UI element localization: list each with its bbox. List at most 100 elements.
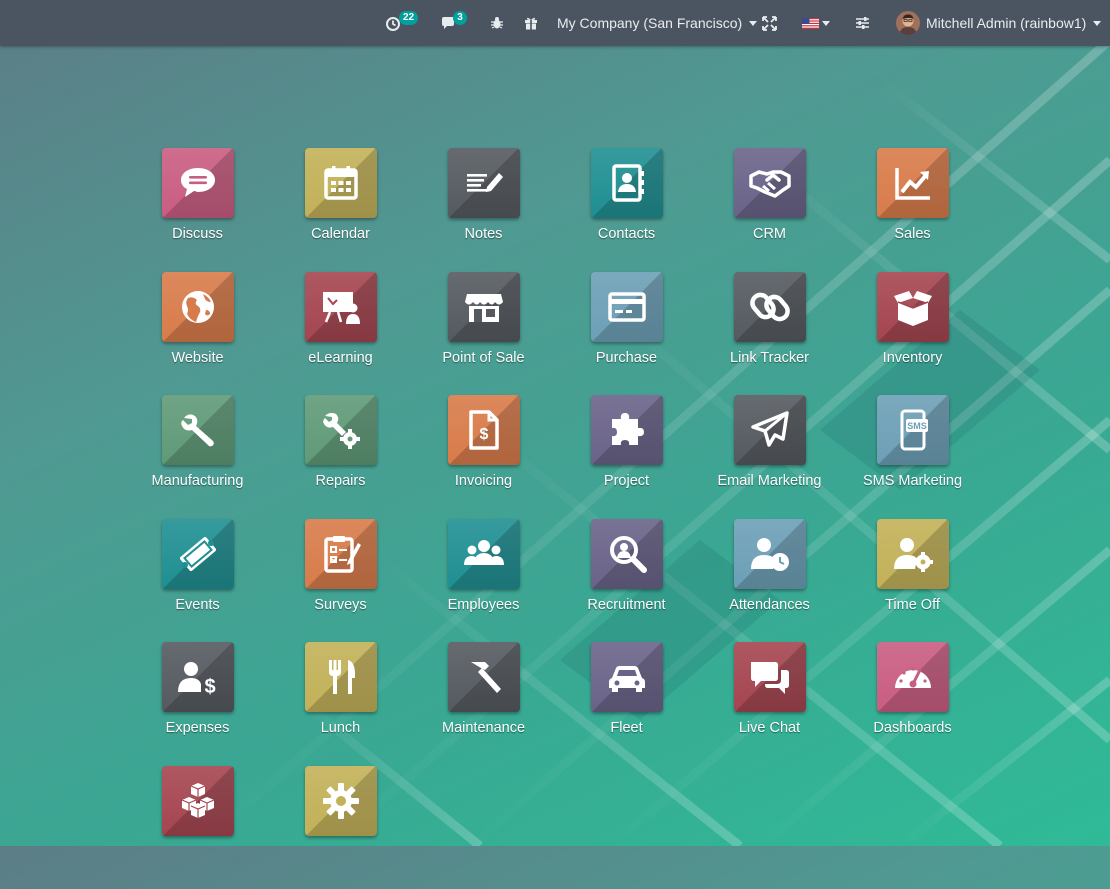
app-tile[interactable] <box>734 519 806 589</box>
app-tile[interactable]: $ <box>162 642 234 712</box>
app-discuss[interactable]: Discuss <box>126 148 269 272</box>
clipboard-icon <box>318 531 364 577</box>
app-events[interactable]: Events <box>126 519 269 643</box>
globe-icon <box>175 284 221 330</box>
app-recruitment[interactable]: Recruitment <box>555 519 698 643</box>
app-tile[interactable] <box>305 148 377 218</box>
settings-shortcut-button[interactable] <box>855 0 870 46</box>
app-label: Dashboards <box>873 720 951 736</box>
app-tile[interactable] <box>734 272 806 342</box>
app-fleet[interactable]: Fleet <box>555 642 698 766</box>
app-point-of-sale[interactable]: Point of Sale <box>412 272 555 396</box>
app-sales[interactable]: Sales <box>841 148 984 272</box>
user-gear-icon <box>890 531 936 577</box>
user-clock-icon <box>747 531 793 577</box>
app-dashboards[interactable]: Dashboards <box>841 642 984 766</box>
app-crm[interactable]: CRM <box>698 148 841 272</box>
app-tile[interactable] <box>734 642 806 712</box>
app-elearning[interactable]: eLearning <box>269 272 412 396</box>
app-tile[interactable] <box>591 148 663 218</box>
app-label: Expenses <box>166 720 230 736</box>
app-label: CRM <box>753 226 786 242</box>
app-attendances[interactable]: Attendances <box>698 519 841 643</box>
app-tile[interactable] <box>305 766 377 836</box>
app-tile[interactable] <box>162 519 234 589</box>
app-tile[interactable] <box>305 272 377 342</box>
app-surveys[interactable]: Surveys <box>269 519 412 643</box>
app-tile[interactable] <box>305 642 377 712</box>
app-inventory[interactable]: Inventory <box>841 272 984 396</box>
app-tile[interactable] <box>591 272 663 342</box>
app-email-marketing[interactable]: Email Marketing <box>698 395 841 519</box>
user-menu[interactable]: Mitchell Admin (rainbow1) <box>896 0 1101 46</box>
app-live-chat[interactable]: Live Chat <box>698 642 841 766</box>
fullscreen-button[interactable] <box>762 0 777 46</box>
app-tile[interactable] <box>591 642 663 712</box>
app-contacts[interactable]: Contacts <box>555 148 698 272</box>
trending-up-icon <box>890 160 936 206</box>
app-repairs[interactable]: Repairs <box>269 395 412 519</box>
app-expenses[interactable]: $ Expenses <box>126 642 269 766</box>
app-website[interactable]: Website <box>126 272 269 396</box>
app-tile[interactable] <box>305 519 377 589</box>
app-maintenance[interactable]: Maintenance <box>412 642 555 766</box>
app-tile[interactable] <box>877 642 949 712</box>
app-tile[interactable]: SMS <box>877 395 949 465</box>
chevron-down-icon <box>1093 21 1101 26</box>
app-label: Surveys <box>314 597 366 613</box>
app-cubes[interactable] <box>126 766 269 889</box>
cutlery-icon <box>318 654 364 700</box>
app-lunch[interactable]: Lunch <box>269 642 412 766</box>
app-tile[interactable] <box>305 395 377 465</box>
app-manufacturing[interactable]: Manufacturing <box>126 395 269 519</box>
app-notes[interactable]: Notes <box>412 148 555 272</box>
gift-button[interactable] <box>524 0 538 46</box>
app-tile[interactable] <box>734 148 806 218</box>
app-tile[interactable] <box>734 395 806 465</box>
app-purchase[interactable]: Purchase <box>555 272 698 396</box>
app-tile[interactable] <box>448 272 520 342</box>
app-tile[interactable] <box>162 272 234 342</box>
language-selector[interactable] <box>802 0 830 46</box>
app-tile[interactable] <box>448 148 520 218</box>
app-tile[interactable] <box>591 395 663 465</box>
app-tile[interactable]: $ <box>448 395 520 465</box>
app-sms-marketing[interactable]: SMS SMS Marketing <box>841 395 984 519</box>
app-tile[interactable] <box>448 519 520 589</box>
app-tile[interactable] <box>877 148 949 218</box>
app-link-tracker[interactable]: Link Tracker <box>698 272 841 396</box>
debug-button[interactable] <box>490 0 504 46</box>
messages-count-badge: 3 <box>453 11 467 25</box>
app-time-off[interactable]: Time Off <box>841 519 984 643</box>
app-label: Calendar <box>311 226 370 242</box>
notes-icon <box>461 160 507 206</box>
app-label: SMS Marketing <box>863 473 962 489</box>
user-dollar-icon: $ <box>175 654 221 700</box>
messages-button[interactable] <box>440 0 456 46</box>
app-calendar[interactable]: Calendar <box>269 148 412 272</box>
app-tile[interactable] <box>591 519 663 589</box>
app-tile[interactable] <box>877 519 949 589</box>
app-tile[interactable] <box>877 272 949 342</box>
app-tile[interactable] <box>162 766 234 836</box>
wrench-gear-icon <box>318 407 364 453</box>
app-label: Live Chat <box>739 720 800 736</box>
link-icon <box>747 284 793 330</box>
app-project[interactable]: Project <box>555 395 698 519</box>
app-settings-gear[interactable] <box>269 766 412 889</box>
app-employees[interactable]: Employees <box>412 519 555 643</box>
app-tile[interactable] <box>162 395 234 465</box>
app-label: Website <box>171 350 223 366</box>
avatar <box>896 11 920 35</box>
app-invoicing[interactable]: $Invoicing <box>412 395 555 519</box>
app-tile[interactable] <box>448 642 520 712</box>
wrench-icon <box>175 407 221 453</box>
company-switcher[interactable]: My Company (San Francisco) <box>557 0 757 46</box>
activities-button[interactable] <box>385 0 401 46</box>
activities-count-badge: 22 <box>399 11 418 25</box>
chevron-down-icon <box>749 21 757 26</box>
app-label: Manufacturing <box>152 473 244 489</box>
gauge-icon <box>890 654 936 700</box>
app-tile[interactable] <box>162 148 234 218</box>
app-label: eLearning <box>308 350 373 366</box>
